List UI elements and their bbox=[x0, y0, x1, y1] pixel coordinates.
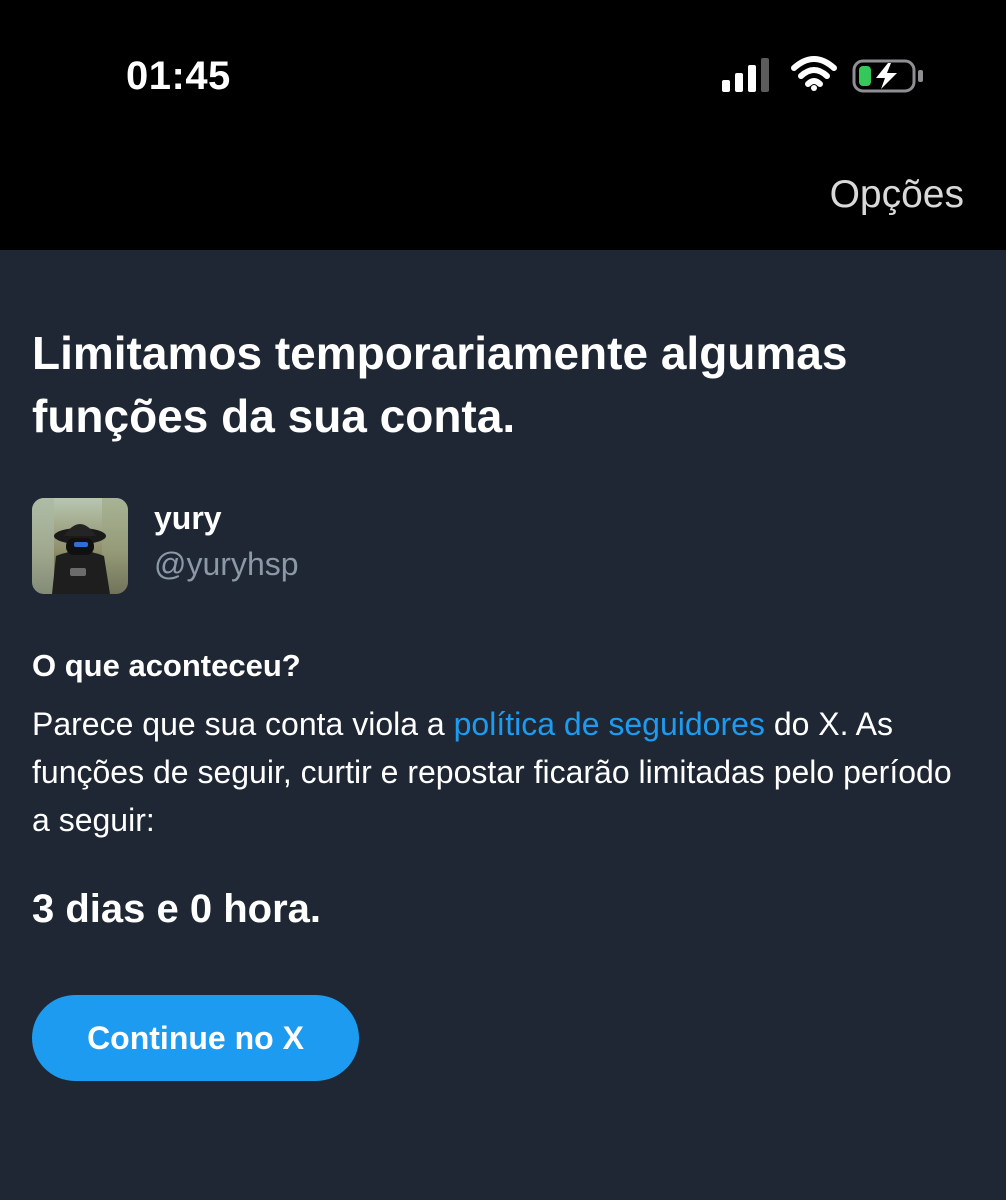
status-time: 01:45 bbox=[126, 54, 231, 98]
display-name: yury bbox=[154, 500, 222, 536]
cellular-signal-icon bbox=[722, 58, 769, 92]
avatar bbox=[32, 498, 128, 594]
wifi-icon bbox=[791, 56, 837, 91]
top-bar: 01:45 Opções bbox=[0, 0, 1006, 250]
account-profile: yury @yuryhsp bbox=[32, 498, 532, 598]
page-title: Limitamos temporariamente algumas funçõe… bbox=[32, 327, 848, 442]
what-happened-title: O que aconteceu? bbox=[32, 648, 301, 683]
battery-charging-icon bbox=[852, 59, 923, 93]
user-handle: @yuryhsp bbox=[154, 546, 299, 582]
main-content: Limitamos temporariamente algumas funçõe… bbox=[32, 250, 972, 1081]
limit-duration: 3 dias e 0 hora. bbox=[32, 887, 322, 931]
options-button[interactable]: Opções bbox=[830, 172, 964, 218]
limited-account-screen: 01:45 Opções Limitamos temporariamente a… bbox=[0, 0, 1006, 1200]
explanation-text: Parece que sua conta viola a política de… bbox=[32, 700, 972, 844]
explanation-text-start: Parece que sua conta viola a bbox=[32, 706, 454, 742]
continue-button[interactable]: Continue no X bbox=[32, 995, 359, 1081]
profile-photo-icon bbox=[32, 498, 128, 594]
follower-policy-link[interactable]: política de seguidores bbox=[454, 706, 765, 742]
